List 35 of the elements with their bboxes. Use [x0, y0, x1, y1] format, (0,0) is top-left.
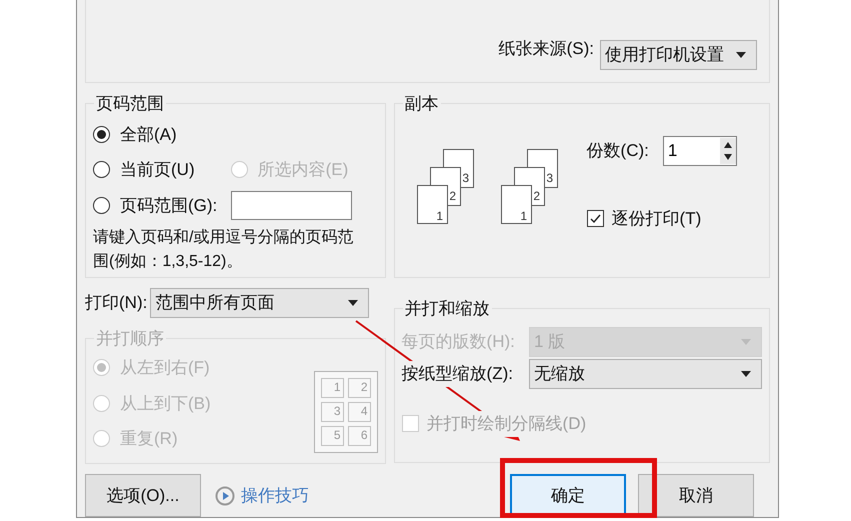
option-label: 重复(R): [120, 428, 178, 450]
draw-borders-label: 并打时绘制分隔线(D): [426, 411, 586, 436]
check-icon: [588, 212, 602, 225]
scale-label: 按纸型缩放(Z):: [402, 361, 513, 387]
caret-icon: [736, 52, 746, 58]
print-dropdown[interactable]: 范围中所有页面: [150, 288, 370, 318]
radio-button[interactable]: [93, 197, 110, 214]
radio-button[interactable]: [93, 160, 110, 178]
option-label: 从上到下(B): [120, 392, 211, 414]
collate-label: 逐份打印(T): [612, 208, 702, 230]
page-order-drawing: 1 2 3 4 5 6: [314, 371, 378, 453]
spin-arrows-icon: [720, 138, 736, 164]
page-range-field[interactable]: [231, 191, 352, 220]
option-label: 所选内容(E): [258, 158, 348, 180]
pages-per-sheet-label: 每页的版数(H):: [402, 331, 515, 354]
play-icon: [215, 486, 235, 506]
paper-source-label: 纸张来源(S):: [498, 38, 594, 60]
option-label: 全部(A): [120, 124, 177, 146]
option-label: 当前页(U): [120, 158, 195, 180]
scale-dropdown[interactable]: 无缩放: [529, 359, 762, 389]
tips-link[interactable]: 操作技巧: [241, 482, 309, 508]
copies-label: 份数(C):: [586, 140, 649, 162]
option-label: 从左到右(F): [120, 357, 210, 379]
page-range-hint: 请键入页码和/或用逗号分隔的页码范围(例如：1,3,5-12)。: [93, 228, 354, 272]
caret-icon: [741, 371, 751, 377]
caret-icon: [348, 300, 358, 306]
paper-source-dropdown[interactable]: 使用打印机设置: [600, 40, 757, 70]
radio-button[interactable]: [93, 126, 110, 144]
copies-spinner[interactable]: 1: [662, 136, 737, 166]
cancel-button[interactable]: 取消: [638, 474, 754, 517]
checkbox[interactable]: [586, 210, 604, 227]
print-label: 打印(N):: [85, 292, 148, 314]
option-label: 页码范围(G):: [120, 194, 218, 217]
caret-icon: [741, 339, 751, 345]
options-button[interactable]: 选项(O)...: [85, 474, 201, 517]
